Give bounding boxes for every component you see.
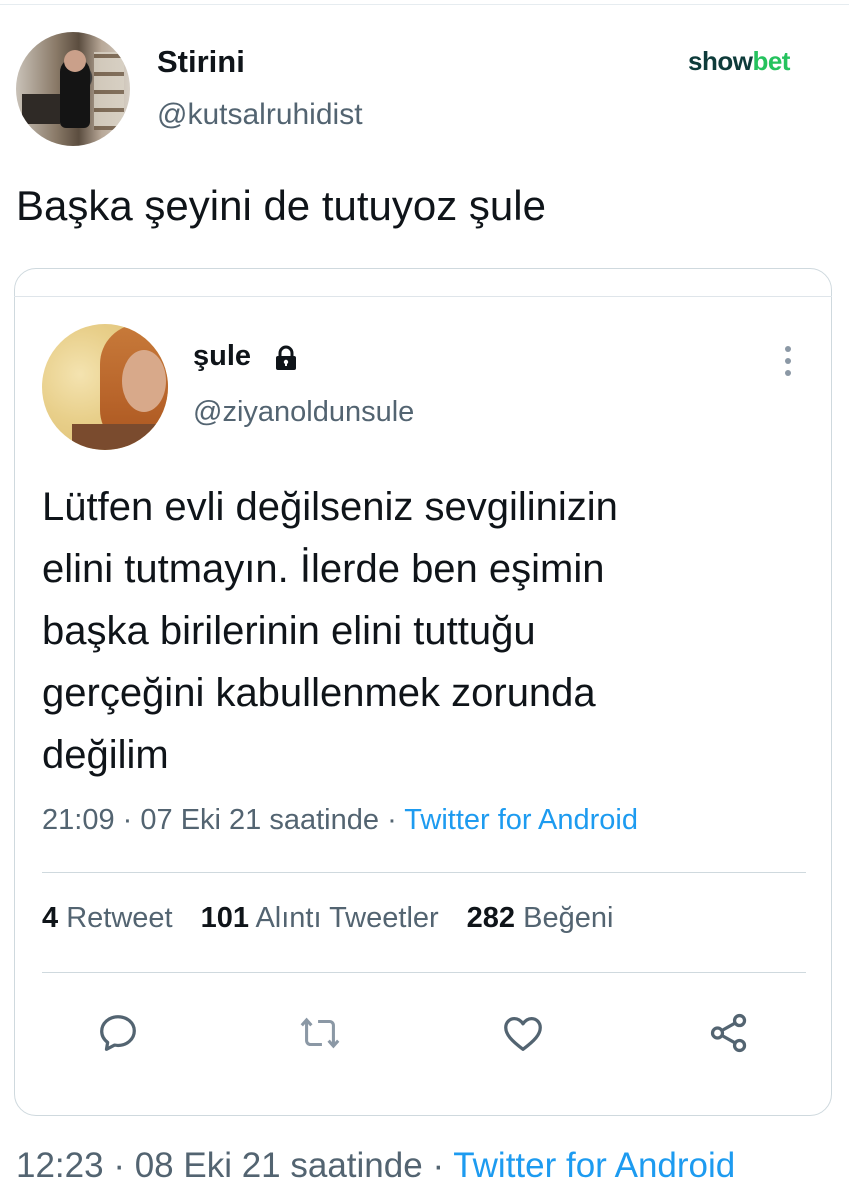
retweet-button[interactable] [297, 1010, 343, 1056]
avatar-clothing [72, 424, 168, 450]
retweets-label: Retweet [66, 902, 173, 934]
avatar-desk [22, 94, 60, 124]
avatar-face [122, 350, 166, 412]
quoted-tweet-meta: 21:09 · 07 Eki 21 saatinde · Twitter for… [42, 804, 638, 837]
quoted-tweet-source-link[interactable]: Twitter for Android [404, 804, 638, 836]
stats-bottom-divider [42, 972, 806, 973]
logo-part-show: show [688, 46, 753, 76]
quoted-avatar[interactable] [42, 324, 168, 450]
meta-separator: · [113, 1146, 125, 1185]
quotes-count: 101 [200, 902, 249, 934]
quotes-label: Alıntı Tweetler [255, 902, 439, 934]
outer-tweet-source-link[interactable]: Twitter for Android [453, 1146, 735, 1185]
outer-avatar[interactable] [16, 32, 130, 146]
retweets-stat[interactable]: 4 Retweet [42, 902, 173, 934]
like-icon [504, 1016, 542, 1051]
quotes-stat[interactable]: 101 Alıntı Tweetler [201, 902, 439, 934]
avatar-head [64, 50, 86, 72]
lock-icon [276, 345, 296, 370]
likes-count: 282 [466, 902, 516, 934]
like-button[interactable] [500, 1010, 546, 1056]
meta-separator: · [432, 1146, 445, 1185]
outer-tweet-date: 08 Eki 21 saatinde [134, 1146, 423, 1185]
quoted-tweet-date: 07 Eki 21 saatinde [140, 804, 379, 836]
likes-label: Beğeni [523, 902, 614, 934]
card-top-divider [14, 296, 832, 297]
outer-tweet-text: Başka şeyini de tutuyoz şule [16, 182, 546, 229]
quoted-tweet-time: 21:09 [42, 804, 115, 836]
outer-tweet-meta: 12:23 · 08 Eki 21 saatinde · Twitter for… [16, 1146, 735, 1186]
engagement-stats: 4 Retweet 101 Alıntı Tweetler 282 Beğeni [42, 902, 613, 935]
quoted-tweet-text: Lütfen evli değilseniz sevgilinizin elin… [42, 485, 618, 777]
top-divider [0, 4, 849, 5]
meta-separator: · [122, 804, 133, 836]
stats-top-divider [42, 872, 806, 873]
outer-tweet-time: 12:23 [16, 1146, 104, 1185]
reply-icon [100, 1015, 136, 1051]
likes-stat[interactable]: 282 Beğeni [467, 902, 614, 934]
share-icon [710, 1013, 747, 1053]
reply-button[interactable] [95, 1010, 141, 1056]
share-button[interactable] [706, 1010, 752, 1056]
quoted-author-handle[interactable]: @ziyanoldunsule [193, 396, 414, 429]
logo-part-bet: bet [752, 46, 790, 76]
retweets-count: 4 [42, 902, 59, 934]
retweet-icon [300, 1017, 340, 1049]
meta-separator: · [387, 804, 397, 836]
more-vertical-icon[interactable] [780, 344, 796, 378]
outer-author-handle[interactable]: @kutsalruhidist [157, 98, 363, 132]
outer-author-name[interactable]: Stirini [157, 44, 245, 80]
avatar-bookshelf [94, 52, 124, 130]
showbet-logo: showbet [688, 46, 790, 77]
quoted-author-name[interactable]: şule [193, 340, 251, 373]
